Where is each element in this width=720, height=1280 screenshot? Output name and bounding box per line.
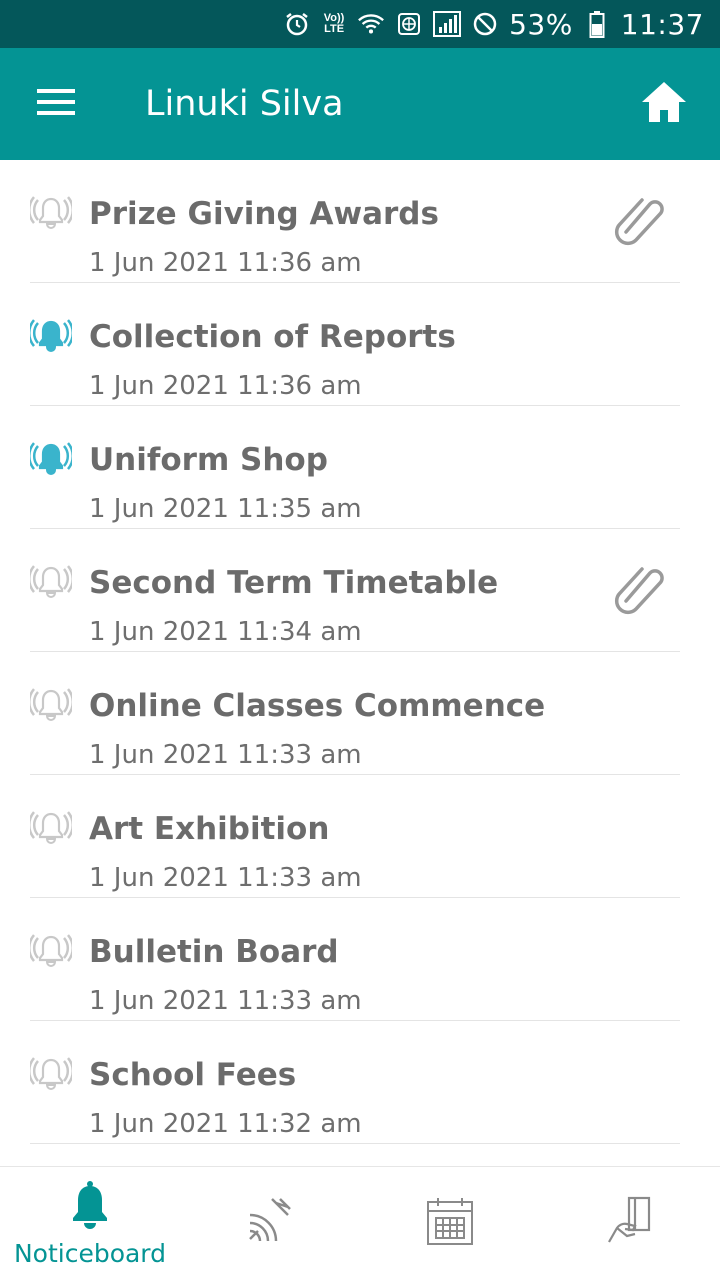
tab-broadcast[interactable] [180,1167,360,1280]
status-bar: Vo)) LTE 53% 11:37 [0,0,720,48]
bell-icon [27,1053,75,1095]
notice-title: Collection of Reports [89,319,456,355]
notice-date: 1 Jun 2021 11:32 am [89,1109,362,1139]
do-not-disturb-icon [471,10,499,38]
menu-button[interactable] [0,48,112,160]
tab-payments[interactable] [540,1167,720,1280]
notice-date: 1 Jun 2021 11:36 am [89,248,362,278]
bell-icon [70,1180,110,1235]
lte-label: LTE [324,23,345,35]
broadcast-icon [244,1195,296,1252]
bell-icon [27,684,75,726]
notice-title: School Fees [89,1057,297,1093]
globe-icon [395,10,423,38]
battery-icon [583,10,611,38]
notice-list: Prize Giving Awards 1 Jun 2021 11:36 am … [0,160,720,1166]
alarm-icon [283,10,311,38]
notice-title: Bulletin Board [89,934,339,970]
bell-icon [27,807,75,849]
hamburger-menu-icon [37,87,75,122]
bell-icon [27,930,75,972]
notice-item[interactable]: Bulletin Board 1 Jun 2021 11:33 am [27,898,680,1021]
tab-noticeboard[interactable]: Noticeboard [0,1167,180,1280]
notice-item[interactable]: Online Classes Commence 1 Jun 2021 11:33… [27,652,680,775]
home-icon [640,80,688,129]
notice-item[interactable]: Prize Giving Awards 1 Jun 2021 11:36 am [27,160,680,283]
signal-icon [433,10,462,38]
notice-item[interactable]: Collection of Reports 1 Jun 2021 11:36 a… [27,283,680,406]
home-button[interactable] [608,48,720,160]
notice-title: Uniform Shop [89,442,328,478]
notice-date: 1 Jun 2021 11:34 am [89,617,362,647]
notice-title: Second Term Timetable [89,565,499,601]
tab-noticeboard-label: Noticeboard [13,1238,167,1268]
app-bar: Linuki Silva [0,48,720,160]
bottom-navigation: Noticeboard [0,1166,720,1280]
calendar-icon [426,1196,474,1251]
notice-item[interactable]: Art Exhibition 1 Jun 2021 11:33 am [27,775,680,898]
page-title: Linuki Silva [145,84,344,124]
volte-indicator: Vo)) LTE [321,13,347,35]
notice-date: 1 Jun 2021 11:33 am [89,863,362,893]
notice-date: 1 Jun 2021 11:33 am [89,986,362,1016]
card-payment-icon [605,1196,655,1251]
attachment-icon [612,559,668,615]
bell-icon [27,192,75,234]
notice-item[interactable]: Uniform Shop 1 Jun 2021 11:35 am [27,406,680,529]
notice-date: 1 Jun 2021 11:36 am [89,371,362,401]
clock: 11:37 [620,7,704,41]
attachment-icon [612,190,668,246]
notice-date: 1 Jun 2021 11:35 am [89,494,362,524]
notice-item[interactable]: Second Term Timetable 1 Jun 2021 11:34 a… [27,529,680,652]
tab-calendar[interactable] [360,1167,540,1280]
bell-icon [27,315,75,357]
wifi-icon [357,10,385,38]
bell-icon [27,438,75,480]
notice-item[interactable]: School Fees 1 Jun 2021 11:32 am [27,1021,680,1144]
bell-icon [27,561,75,603]
notice-title: Art Exhibition [89,811,330,847]
notice-date: 1 Jun 2021 11:33 am [89,740,362,770]
notice-title: Prize Giving Awards [89,196,439,232]
battery-percent: 53% [509,7,573,41]
notice-title: Online Classes Commence [89,688,546,724]
